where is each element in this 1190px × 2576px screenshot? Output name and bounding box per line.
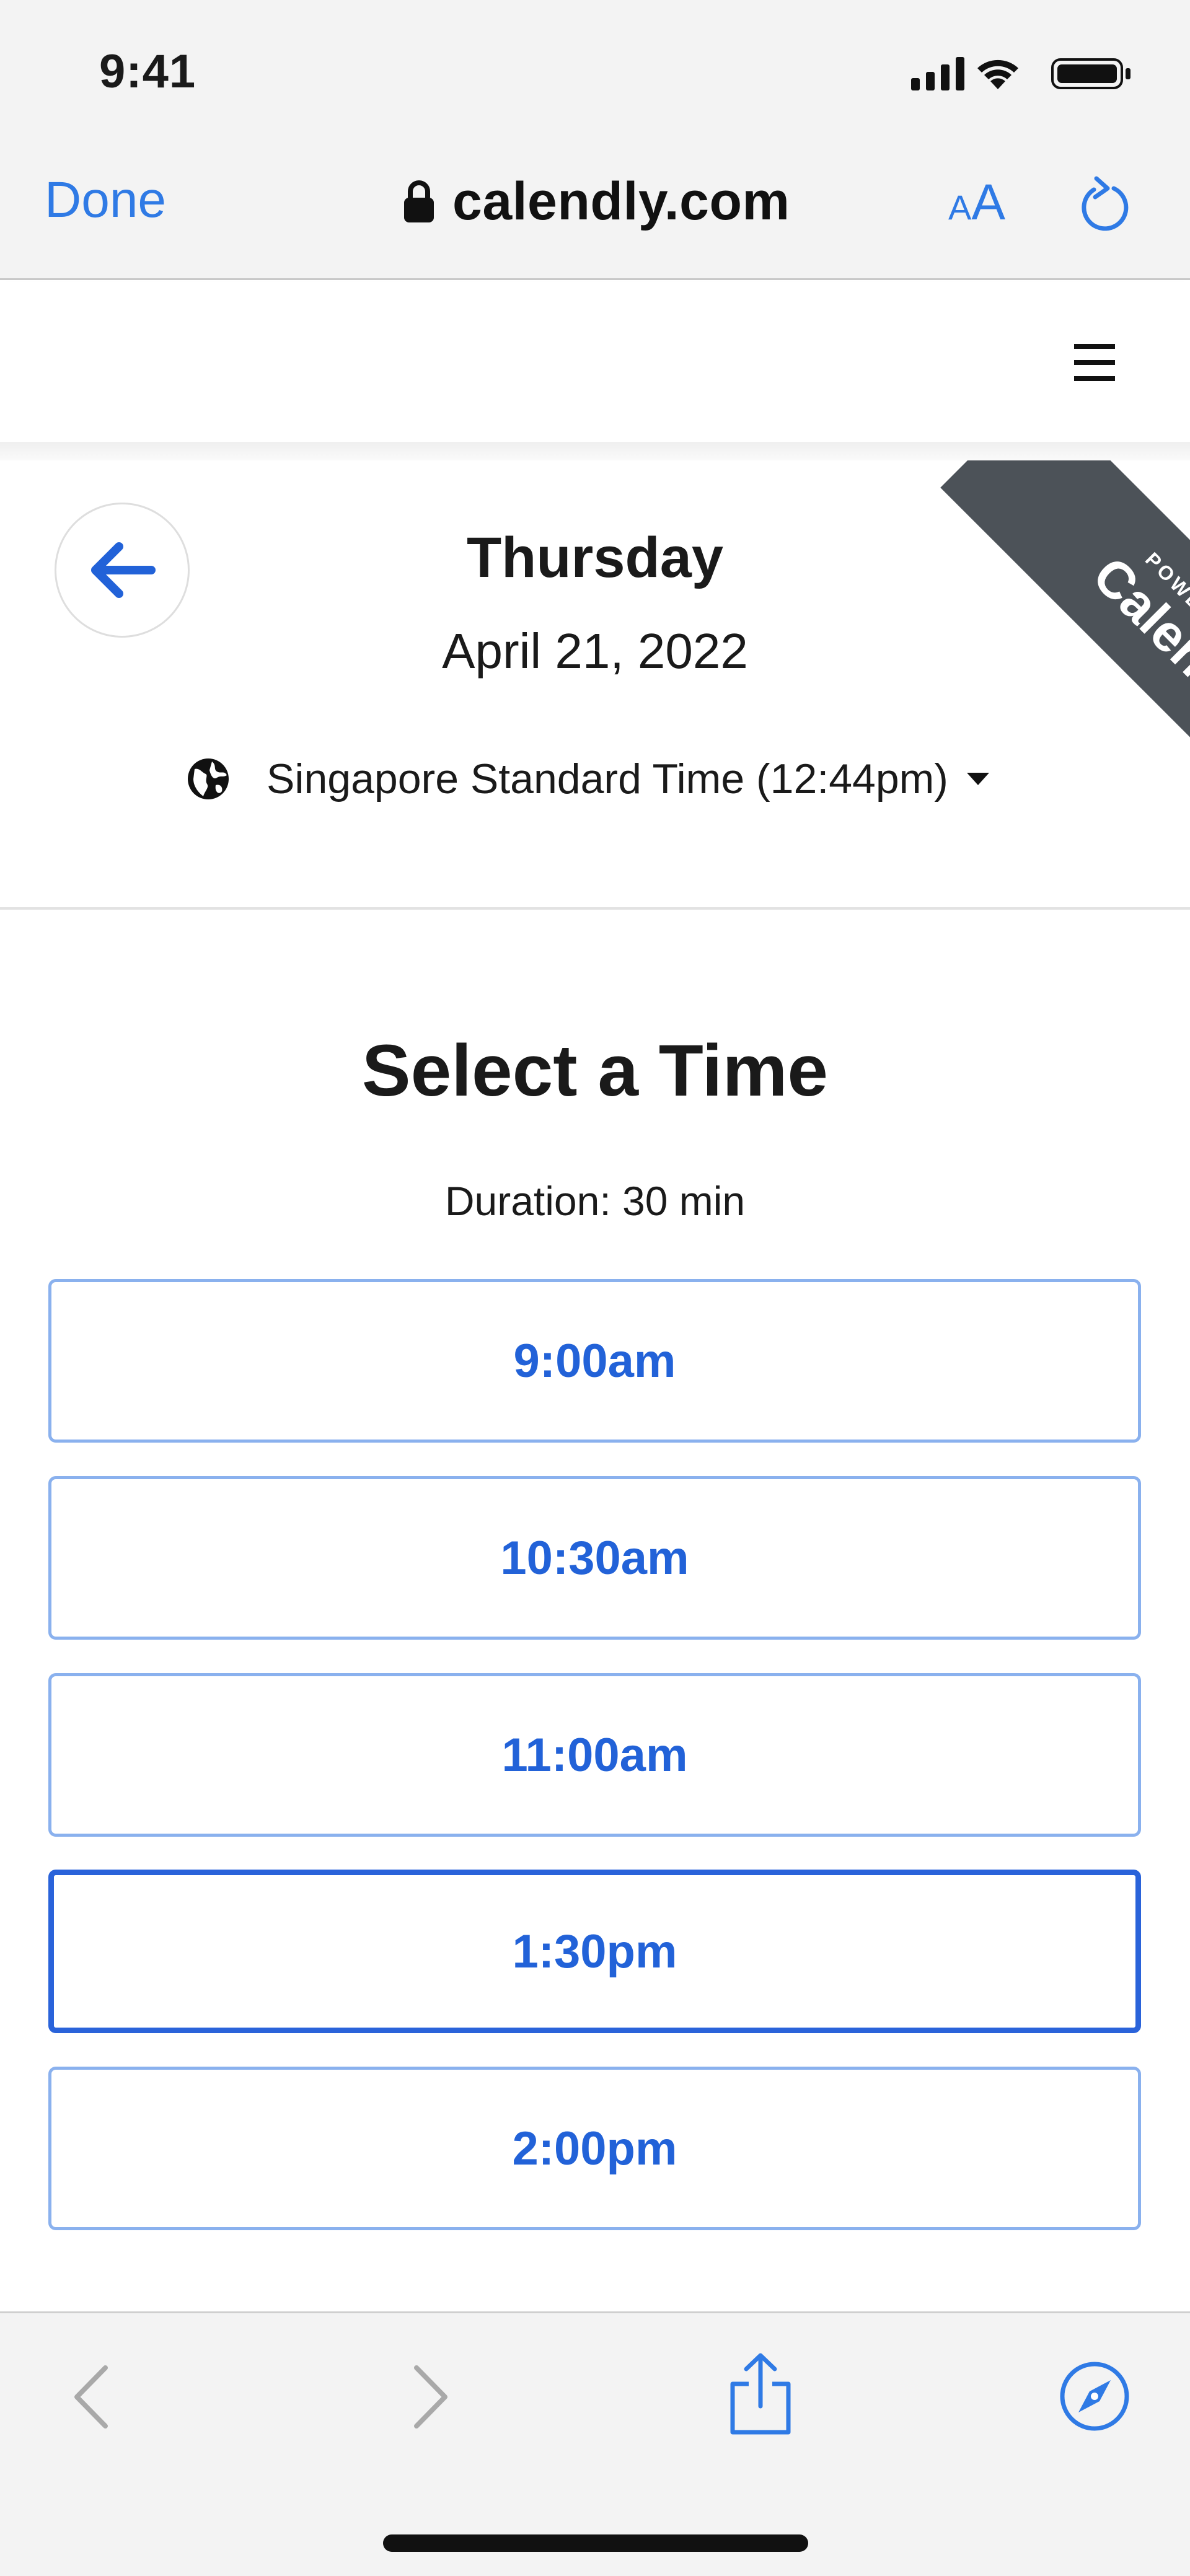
caret-down-icon bbox=[966, 773, 989, 785]
hamburger-icon bbox=[1074, 344, 1115, 381]
share-icon bbox=[730, 2353, 791, 2435]
time-slot-button[interactable]: 11:00am bbox=[48, 1673, 1141, 1837]
time-slot-button[interactable]: 10:30am bbox=[48, 1476, 1141, 1640]
url-text: calendly.com bbox=[452, 171, 790, 231]
reload-icon bbox=[1082, 176, 1129, 231]
time-slot-button[interactable]: 9:00am bbox=[48, 1279, 1141, 1443]
status-time: 9:41 bbox=[99, 45, 196, 98]
browser-back-button[interactable] bbox=[69, 2363, 113, 2434]
wifi-icon bbox=[977, 59, 1018, 89]
menu-button[interactable] bbox=[1074, 344, 1115, 384]
section-divider bbox=[0, 907, 1190, 910]
lock-icon bbox=[404, 180, 434, 222]
browser-toolbar: Done calendly.com AA bbox=[0, 136, 1190, 280]
selected-date: April 21, 2022 bbox=[442, 623, 748, 679]
home-indicator bbox=[383, 2534, 808, 2552]
day-name: Thursday bbox=[466, 526, 724, 589]
reload-button[interactable] bbox=[1075, 172, 1131, 237]
chevron-left-icon bbox=[74, 2365, 108, 2429]
compass-icon bbox=[1060, 2362, 1129, 2431]
timezone-label: Singapore Standard Time (12:44pm) bbox=[267, 755, 948, 802]
duration-label: Duration: 30 min bbox=[444, 1178, 746, 1224]
header-separator bbox=[0, 442, 1190, 460]
share-button[interactable] bbox=[726, 2350, 795, 2440]
select-time-title: Select a Time bbox=[361, 1030, 829, 1112]
battery-icon bbox=[1051, 58, 1130, 89]
date-panel: Thursday April 21, 2022 Singapore Standa… bbox=[0, 460, 1190, 910]
globe-icon bbox=[188, 758, 229, 799]
status-bar: 9:41 bbox=[0, 0, 1190, 136]
browser-forward-button[interactable] bbox=[409, 2363, 452, 2434]
done-button[interactable]: Done bbox=[45, 171, 166, 229]
time-slot-button[interactable]: 1:30pm bbox=[48, 1870, 1141, 2033]
text-size-big-a: A bbox=[971, 174, 1006, 231]
signal-icon bbox=[911, 57, 964, 90]
text-size-button[interactable]: AA bbox=[948, 174, 1005, 232]
text-size-small-a: A bbox=[948, 188, 972, 227]
page-header bbox=[0, 282, 1190, 442]
timezone-selector[interactable]: Singapore Standard Time (12:44pm) bbox=[186, 748, 990, 810]
address-bar[interactable]: calendly.com bbox=[403, 167, 790, 235]
time-slot-button[interactable]: 2:00pm bbox=[48, 2067, 1141, 2230]
status-icons bbox=[911, 55, 1147, 92]
chevron-right-icon bbox=[414, 2365, 447, 2429]
safari-button[interactable] bbox=[1059, 2360, 1130, 2435]
